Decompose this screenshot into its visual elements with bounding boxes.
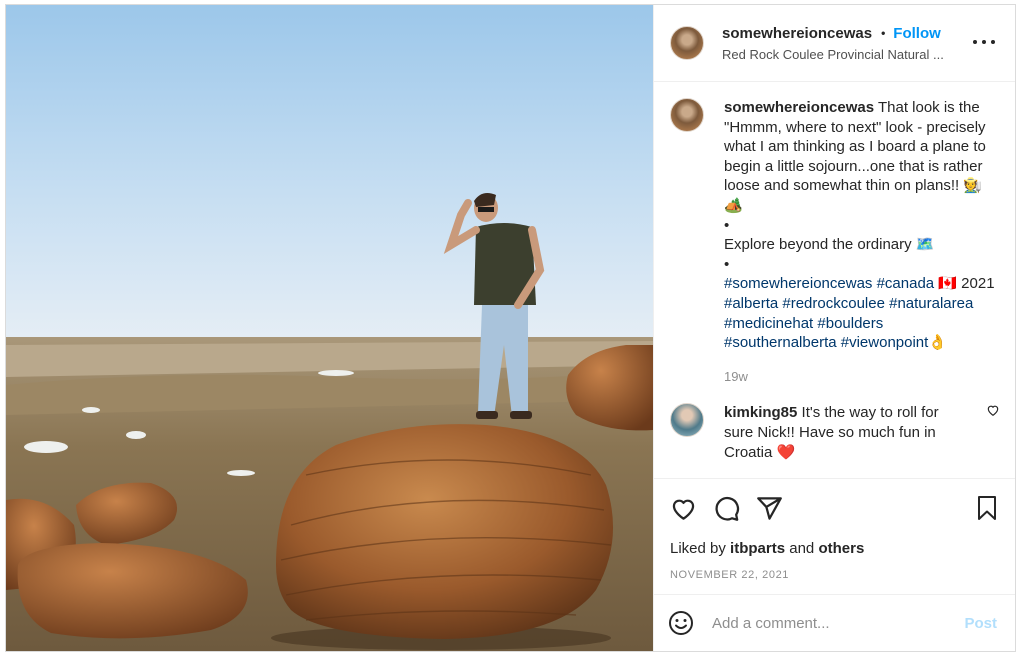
header-text: somewhereioncewas • Follow Red Rock Coul…	[722, 25, 958, 62]
commenter-username[interactable]: kimking85	[724, 404, 797, 421]
liked-others[interactable]: others	[818, 540, 864, 557]
comment-row: kimking85 It's the way to roll for sure …	[670, 403, 1001, 462]
caption-bullet: •	[724, 255, 730, 273]
post-dialog: somewhereioncewas • Follow Red Rock Coul…	[5, 4, 1016, 652]
comment-input[interactable]	[712, 614, 942, 632]
author-username[interactable]: somewhereioncewas	[722, 25, 872, 42]
comment-composer: Post	[654, 594, 1015, 651]
more-horizontal-icon[interactable]	[973, 37, 995, 47]
post-age[interactable]: 19w	[724, 367, 996, 387]
caption-line-2: Explore beyond the ordinary 🗺️	[724, 236, 935, 254]
photo-illustration	[6, 5, 653, 651]
save-bookmark-icon[interactable]	[975, 495, 999, 521]
header-line: somewhereioncewas • Follow	[722, 25, 958, 42]
post-header: somewhereioncewas • Follow Red Rock Coul…	[654, 5, 1015, 82]
flag-emoji: 🇨🇦	[938, 275, 957, 293]
likes-summary: Liked by itbparts and others	[670, 540, 999, 557]
ok-hand-emoji: 👌	[928, 334, 947, 352]
caption-username[interactable]: somewhereioncewas	[724, 99, 874, 116]
like-heart-icon[interactable]	[670, 495, 697, 522]
post-side-panel: somewhereioncewas • Follow Red Rock Coul…	[653, 5, 1015, 651]
location-link[interactable]: Red Rock Coulee Provincial Natural ...	[722, 47, 954, 62]
comment-bubble-icon[interactable]	[713, 495, 740, 522]
commenter-avatar[interactable]	[670, 403, 704, 438]
caption-year: 2021	[961, 275, 995, 293]
caption-text: That look is the "Hmmm, where to next" l…	[724, 99, 986, 214]
heart-emoji: ❤️	[776, 443, 796, 461]
caption-avatar[interactable]	[670, 98, 704, 132]
liked-prefix: Liked by	[670, 540, 726, 557]
hashtags-primary[interactable]: #somewhereioncewas #canada	[724, 275, 934, 292]
comment-body: kimking85 It's the way to roll for sure …	[724, 403, 960, 462]
follow-button[interactable]: Follow	[893, 25, 941, 42]
post-photo[interactable]	[6, 5, 653, 651]
post-date[interactable]: NOVEMBER 22, 2021	[670, 569, 999, 581]
like-comment-heart-icon[interactable]	[986, 403, 1000, 417]
liked-and: and	[789, 540, 815, 557]
author-avatar[interactable]	[670, 26, 704, 60]
comments-list: somewhereioncewas That look is the "Hmmm…	[654, 82, 1015, 478]
share-paper-plane-icon[interactable]	[756, 495, 783, 522]
emoji-picker-icon[interactable]	[668, 610, 694, 636]
separator-dot: •	[881, 26, 886, 40]
caption-body: somewhereioncewas That look is the "Hmmm…	[724, 98, 996, 386]
caption-bullet: •	[724, 216, 730, 234]
post-comment-button[interactable]: Post	[964, 615, 997, 632]
caption-row: somewhereioncewas That look is the "Hmmm…	[670, 98, 1001, 386]
action-icons	[670, 493, 999, 523]
liked-user[interactable]: itbparts	[730, 540, 785, 557]
post-actions: Liked by itbparts and others NOVEMBER 22…	[654, 478, 1015, 594]
